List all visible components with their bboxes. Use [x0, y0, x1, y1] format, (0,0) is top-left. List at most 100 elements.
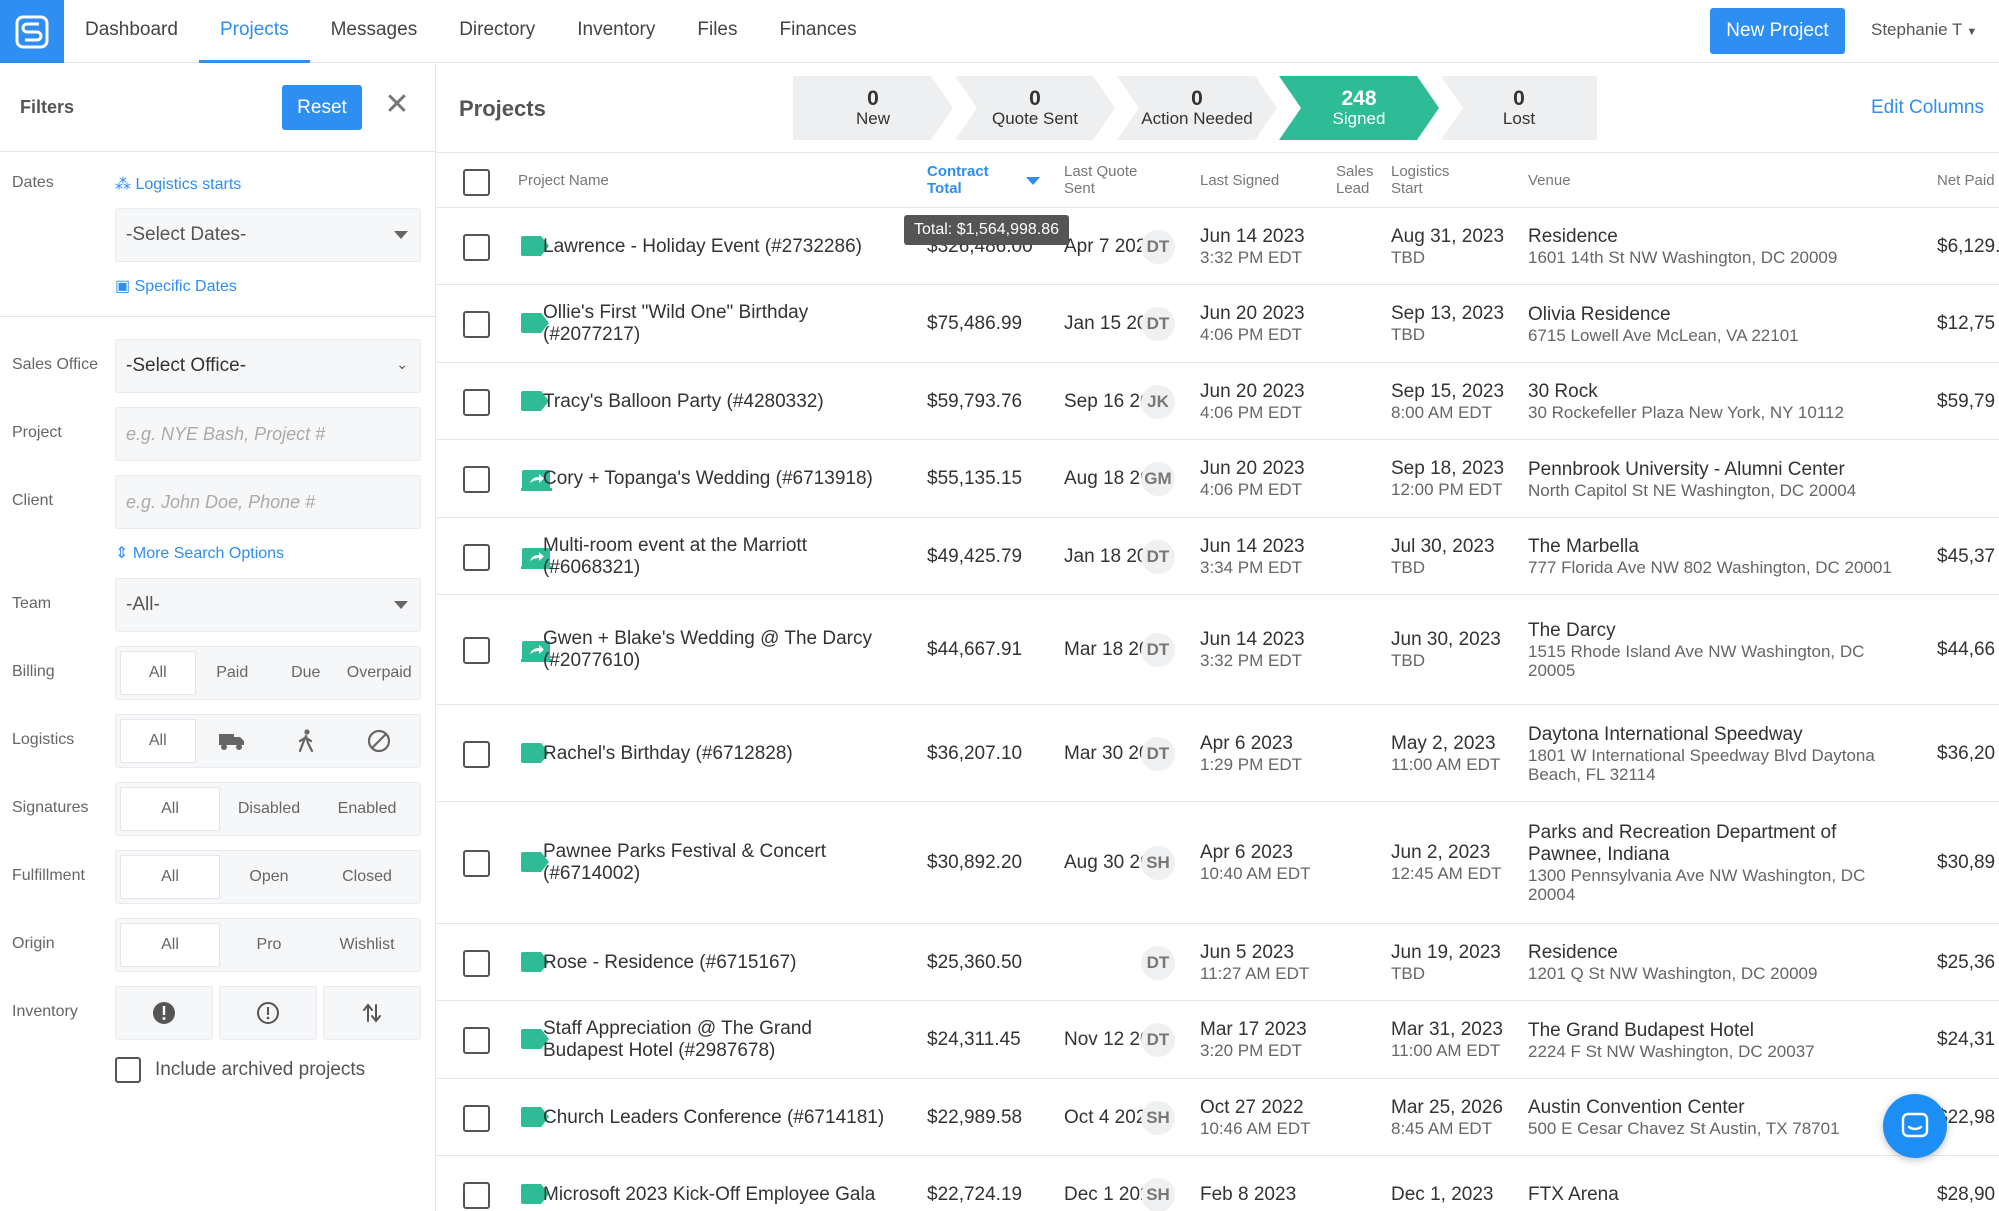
billing-option-all[interactable]: All	[120, 651, 196, 695]
project-name-link[interactable]: Tracy's Balloon Party (#4280332)	[543, 391, 824, 413]
logistics-none-option[interactable]	[343, 719, 417, 763]
sales-lead-avatar[interactable]: DT	[1141, 539, 1175, 574]
col-venue[interactable]: Venue	[1528, 172, 1571, 189]
table-row[interactable]: Church Leaders Conference (#6714181) $22,…	[437, 1079, 1999, 1156]
sales-lead-avatar[interactable]: DT	[1141, 633, 1175, 667]
origin-option-all[interactable]: All	[120, 923, 220, 967]
sales-office-select[interactable]: -Select Office- ⌄	[115, 339, 421, 393]
table-row[interactable]: Cory + Topanga's Wedding (#6713918) $55,1…	[437, 440, 1999, 518]
sales-lead-avatar[interactable]: DT	[1141, 307, 1175, 341]
user-menu[interactable]: Stephanie T ▼	[1871, 20, 1977, 40]
table-row[interactable]: Tracy's Balloon Party (#4280332) $59,793.…	[437, 363, 1999, 440]
nav-tab-files[interactable]: Files	[676, 0, 758, 63]
col-logistics-start[interactable]: Logistics Start	[1391, 163, 1449, 197]
pipeline-stage-signed[interactable]: 248 Signed	[1279, 76, 1439, 140]
sales-lead-avatar[interactable]: DT	[1141, 1023, 1175, 1057]
project-name-link[interactable]: Lawrence - Holiday Event (#2732286)	[543, 236, 862, 258]
include-archived-checkbox[interactable]: Include archived projects	[115, 1057, 365, 1083]
row-checkbox[interactable]	[463, 949, 490, 977]
origin-option-wishlist[interactable]: Wishlist	[318, 923, 416, 967]
project-name-link[interactable]: Gwen + Blake's Wedding @ The Darcy (#2077…	[543, 628, 872, 672]
row-checkbox[interactable]	[463, 1104, 490, 1132]
row-checkbox[interactable]	[463, 740, 490, 768]
nav-tab-directory[interactable]: Directory	[438, 0, 556, 63]
row-checkbox[interactable]	[463, 543, 490, 571]
col-contract-total[interactable]: Contract Total	[927, 163, 989, 197]
archived-checkbox-box[interactable]	[115, 1057, 141, 1083]
table-row[interactable]: Lawrence - Holiday Event (#2732286) $326,…	[437, 208, 1999, 285]
close-icon[interactable]: ✕	[384, 90, 410, 121]
table-row[interactable]: Ollie's First "Wild One" Birthday (#20772…	[437, 285, 1999, 363]
project-name-link[interactable]: Rose - Residence (#6715167)	[543, 952, 797, 974]
select-all-checkbox[interactable]	[463, 169, 490, 196]
team-select[interactable]: -All-	[115, 578, 421, 632]
row-checkbox[interactable]	[463, 637, 490, 664]
logistics-truck-option[interactable]	[196, 719, 270, 763]
signatures-option-disabled[interactable]: Disabled	[220, 787, 318, 831]
sales-lead-avatar[interactable]: DT	[1141, 229, 1175, 264]
fulfillment-option-closed[interactable]: Closed	[318, 855, 416, 899]
table-row[interactable]: Microsoft 2023 Kick-Off Employee Gala $22…	[437, 1156, 1999, 1211]
fulfillment-option-open[interactable]: Open	[220, 855, 318, 899]
nav-tab-messages[interactable]: Messages	[310, 0, 439, 63]
row-checkbox[interactable]	[463, 1181, 490, 1209]
col-last-quote-sent[interactable]: Last Quote Sent	[1064, 163, 1137, 197]
project-name-link[interactable]: Multi-room event at the Marriott (#606832…	[543, 535, 807, 579]
nav-tab-inventory[interactable]: Inventory	[556, 0, 676, 63]
inventory-swap-button[interactable]	[323, 986, 421, 1040]
row-checkbox[interactable]	[463, 388, 490, 416]
edit-columns-link[interactable]: Edit Columns	[1871, 97, 1984, 119]
logistics-pickup-option[interactable]	[269, 719, 343, 763]
project-name-link[interactable]: Cory + Topanga's Wedding (#6713918)	[543, 468, 873, 490]
inventory-warning-button[interactable]	[219, 986, 317, 1040]
row-checkbox[interactable]	[463, 466, 490, 493]
project-name-link[interactable]: Pawnee Parks Festival & Concert (#6714002…	[543, 841, 826, 885]
dates-select[interactable]: -Select Dates-	[115, 208, 421, 262]
more-search-options-link[interactable]: ⇕ More Search Options	[115, 543, 284, 563]
project-name-link[interactable]: Church Leaders Conference (#6714181)	[543, 1107, 884, 1129]
table-row[interactable]: Gwen + Blake's Wedding @ The Darcy (#2077…	[437, 595, 1999, 705]
signatures-option-all[interactable]: All	[120, 787, 220, 831]
logistics-starts-link[interactable]: ⁂ Logistics starts	[115, 174, 241, 194]
nav-tab-dashboard[interactable]: Dashboard	[64, 0, 199, 63]
project-name-link[interactable]: Ollie's First "Wild One" Birthday (#20772…	[543, 302, 808, 346]
table-row[interactable]: Pawnee Parks Festival & Concert (#6714002…	[437, 802, 1999, 924]
nav-tab-projects[interactable]: Projects	[198, 0, 310, 63]
project-input[interactable]: e.g. NYE Bash, Project #	[115, 407, 421, 461]
table-row[interactable]: Rose - Residence (#6715167) $25,360.50 Jun…	[437, 924, 1999, 1001]
sales-lead-avatar[interactable]: SH	[1141, 1100, 1175, 1135]
project-name-link[interactable]: Staff Appreciation @ The Grand Budapest H…	[543, 1018, 812, 1062]
row-checkbox[interactable]	[463, 233, 490, 261]
app-logo[interactable]	[0, 0, 64, 63]
nav-tab-finances[interactable]: Finances	[759, 0, 878, 63]
pipeline-stage-action-needed[interactable]: 0 Action Needed	[1117, 76, 1277, 140]
table-row[interactable]: Rachel's Birthday (#6712828) $36,207.10 Ma…	[437, 705, 1999, 802]
fulfillment-option-all[interactable]: All	[120, 855, 220, 899]
client-input[interactable]: e.g. John Doe, Phone #	[115, 475, 421, 529]
table-row[interactable]: Staff Appreciation @ The Grand Budapest H…	[437, 1001, 1999, 1079]
sales-lead-avatar[interactable]: DT	[1141, 945, 1175, 980]
reset-button[interactable]: Reset	[282, 85, 362, 130]
sales-lead-avatar[interactable]: SH	[1141, 1177, 1175, 1211]
billing-option-due[interactable]: Due	[269, 651, 343, 695]
row-checkbox[interactable]	[463, 311, 490, 338]
pipeline-stage-new[interactable]: 0 New	[793, 76, 953, 140]
logistics-all-option[interactable]: All	[120, 719, 196, 763]
sales-lead-avatar[interactable]: DT	[1141, 736, 1175, 771]
project-name-link[interactable]: Rachel's Birthday (#6712828)	[543, 743, 793, 765]
pipeline-stage-lost[interactable]: 0 Lost	[1441, 76, 1597, 140]
sales-lead-avatar[interactable]: GM	[1141, 462, 1175, 496]
billing-option-overpaid[interactable]: Overpaid	[343, 651, 417, 695]
table-row[interactable]: Multi-room event at the Marriott (#606832…	[437, 518, 1999, 595]
pipeline-stage-quote-sent[interactable]: 0 Quote Sent	[955, 76, 1115, 140]
billing-option-paid[interactable]: Paid	[196, 651, 270, 695]
chat-button[interactable]	[1883, 1094, 1947, 1158]
col-last-signed[interactable]: Last Signed	[1200, 172, 1279, 189]
signatures-option-enabled[interactable]: Enabled	[318, 787, 416, 831]
origin-option-pro[interactable]: Pro	[220, 923, 318, 967]
row-checkbox[interactable]	[463, 850, 490, 877]
sales-lead-avatar[interactable]: SH	[1141, 846, 1175, 880]
row-checkbox[interactable]	[463, 1027, 490, 1054]
inventory-shortage-button[interactable]	[115, 986, 213, 1040]
sort-desc-icon[interactable]	[1026, 177, 1040, 185]
